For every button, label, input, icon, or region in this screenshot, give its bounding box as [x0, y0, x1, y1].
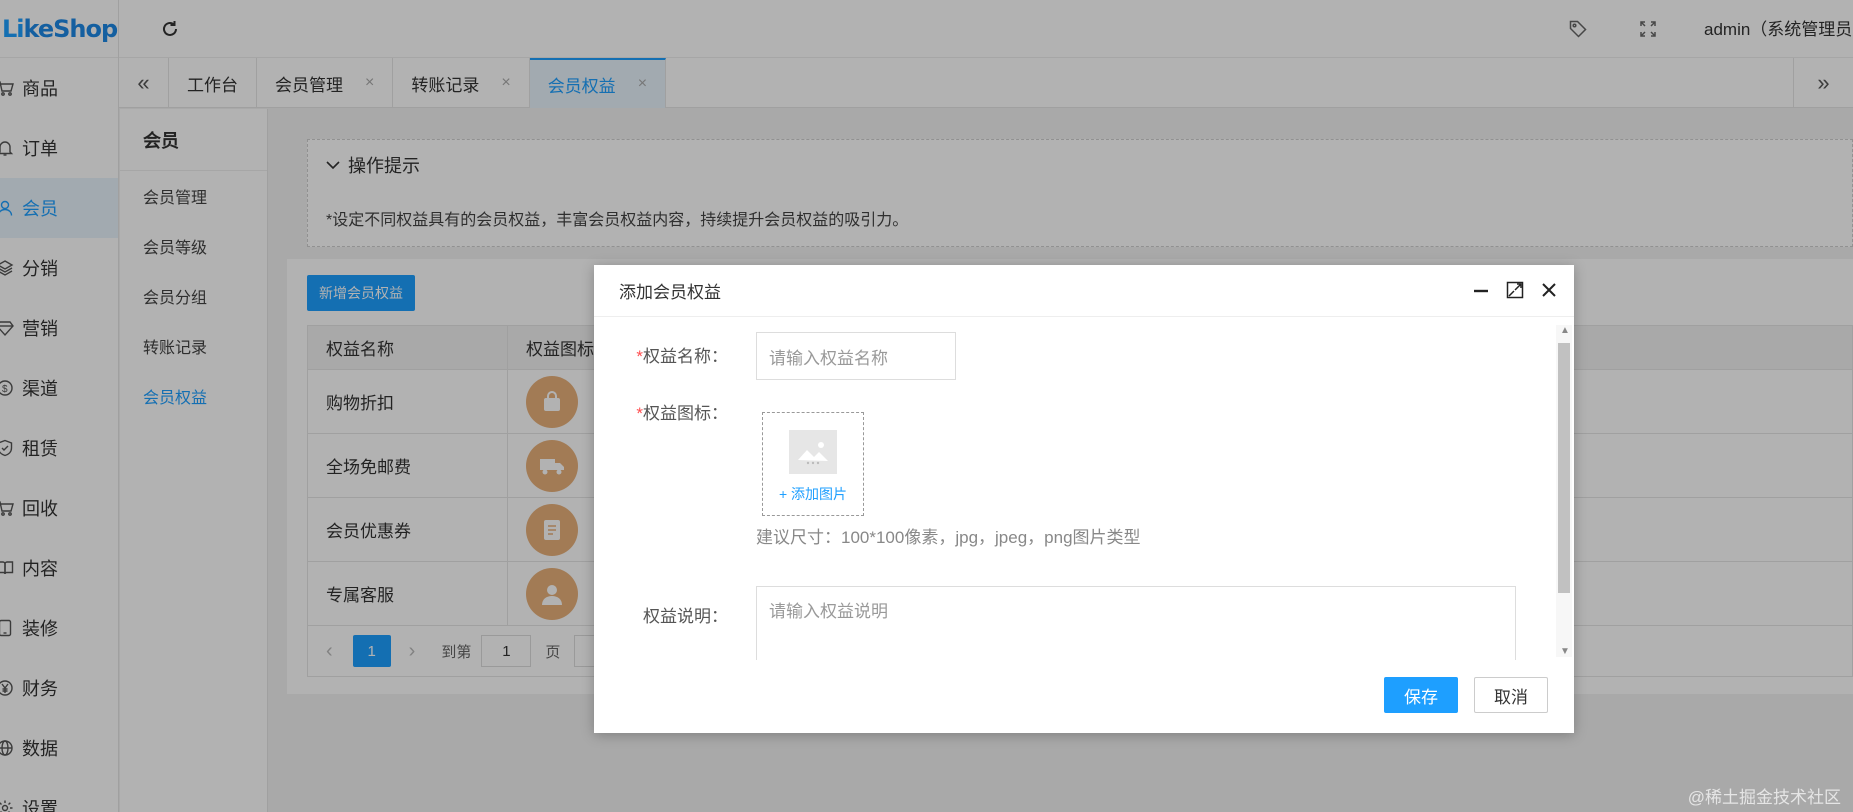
add-benefit-dialog: 添加会员权益 *权益名称： 请输入权益名称 *权益图标： + 添加图片 建议尺寸… — [594, 265, 1574, 733]
image-size-hint: 建议尺寸：100*100像素，jpg，jpeg，png图片类型 — [756, 528, 1141, 547]
benefit-desc-label: 权益说明： — [643, 607, 728, 626]
save-button[interactable]: 保存 — [1384, 677, 1458, 713]
dialog-scrollbar[interactable]: ▲ ▼ — [1556, 325, 1572, 657]
label-text: 权益名称： — [643, 347, 728, 366]
maximize-icon[interactable] — [1504, 279, 1526, 301]
dialog-footer: 保存 取消 — [594, 661, 1574, 733]
close-icon[interactable] — [1538, 279, 1560, 301]
benefit-name-input[interactable]: 请输入权益名称 — [756, 332, 956, 380]
scrollbar-thumb[interactable] — [1558, 343, 1570, 593]
scroll-up-icon[interactable]: ▲ — [1560, 325, 1570, 336]
cancel-button[interactable]: 取消 — [1474, 677, 1548, 713]
image-upload[interactable]: + 添加图片 — [762, 412, 864, 516]
required-mark: * — [636, 347, 643, 366]
label-text: 权益图标： — [643, 404, 728, 423]
benefit-name-label: *权益名称： — [594, 342, 728, 367]
benefit-desc-textarea[interactable]: 请输入权益说明 — [756, 586, 1516, 660]
dialog-body: *权益名称： 请输入权益名称 *权益图标： + 添加图片 建议尺寸：100*10… — [594, 318, 1554, 660]
required-mark: * — [636, 404, 643, 423]
watermark: @稀土掘金技术社区 — [1687, 788, 1841, 807]
add-image-link[interactable]: + 添加图片 — [779, 484, 847, 504]
image-placeholder-icon — [789, 430, 837, 474]
dialog-controls — [1470, 279, 1560, 301]
minimize-icon[interactable] — [1470, 279, 1492, 301]
scroll-down-icon[interactable]: ▼ — [1560, 646, 1570, 657]
benefit-icon-label: *权益图标： — [594, 399, 728, 424]
dialog-title: 添加会员权益 — [619, 283, 721, 302]
dialog-header: 添加会员权益 — [594, 265, 1574, 317]
